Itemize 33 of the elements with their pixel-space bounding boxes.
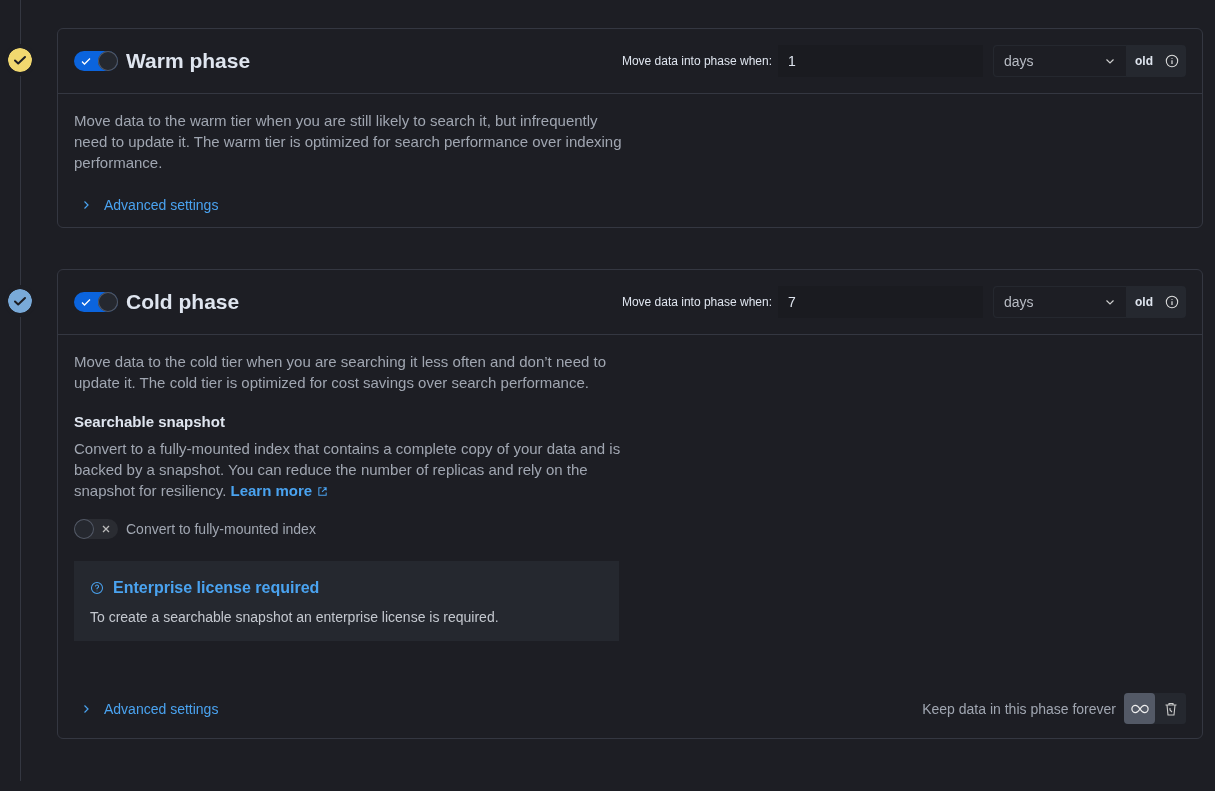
section-title: Searchable snapshot bbox=[74, 413, 226, 430]
phase-toggle[interactable] bbox=[74, 51, 118, 71]
timing-label: Move data into phase when: bbox=[621, 54, 772, 68]
callout-title: Enterprise license required bbox=[113, 579, 320, 597]
phase-toggle[interactable] bbox=[74, 292, 118, 312]
phase-description: Move data to the warm tier when you are still likely to search it, but infrequently need to update it. The warm tier is optimized for search performance over indexing performance. bbox=[74, 111, 623, 173]
external-link-icon bbox=[317, 486, 329, 497]
phase-description: Move data to the cold tier when you are searching it less often and don’t need to update it. The cold tier is optimized for cost savings over search performance. bbox=[74, 352, 607, 393]
advanced-settings-toggle[interactable]: Advanced settings bbox=[74, 700, 219, 717]
check-icon bbox=[80, 55, 92, 67]
infinity-button[interactable] bbox=[1124, 693, 1155, 724]
check-icon bbox=[80, 296, 92, 308]
snapshot-description: Convert to a fully-mounted index that contains a complete copy of your data and is backed by a snapshot. You can reduce the number of replicas and rely on the snapshot for resiliency. Learn more bbox=[74, 439, 622, 501]
phase-title: Warm phase bbox=[126, 49, 251, 73]
info-icon[interactable] bbox=[1165, 54, 1179, 68]
cross-icon bbox=[100, 523, 112, 535]
unit-select[interactable]: days bbox=[993, 45, 1127, 77]
help-icon bbox=[90, 581, 104, 595]
infinity-icon bbox=[1130, 702, 1149, 715]
unit-select[interactable]: days bbox=[993, 286, 1127, 318]
info-icon[interactable] bbox=[1165, 295, 1179, 309]
learn-more-link[interactable]: Learn more bbox=[230, 482, 329, 499]
callout-text: To create a searchable snapshot an enterprise license is required. bbox=[90, 609, 500, 625]
advanced-settings-toggle[interactable]: Advanced settings bbox=[74, 197, 219, 213]
phase-title: Cold phase bbox=[126, 290, 240, 314]
convert-switch[interactable] bbox=[74, 519, 118, 539]
keep-forever-label: Keep data in this phase forever bbox=[922, 700, 1116, 717]
old-suffix: old bbox=[1135, 295, 1153, 309]
age-input-field[interactable]: 1 bbox=[778, 45, 983, 77]
timing-label: Move data into phase when: bbox=[621, 295, 772, 309]
switch-label: Convert to fully-mounted index bbox=[126, 521, 316, 537]
old-suffix: old bbox=[1135, 54, 1153, 68]
age-input-field[interactable]: 7 bbox=[778, 286, 983, 318]
